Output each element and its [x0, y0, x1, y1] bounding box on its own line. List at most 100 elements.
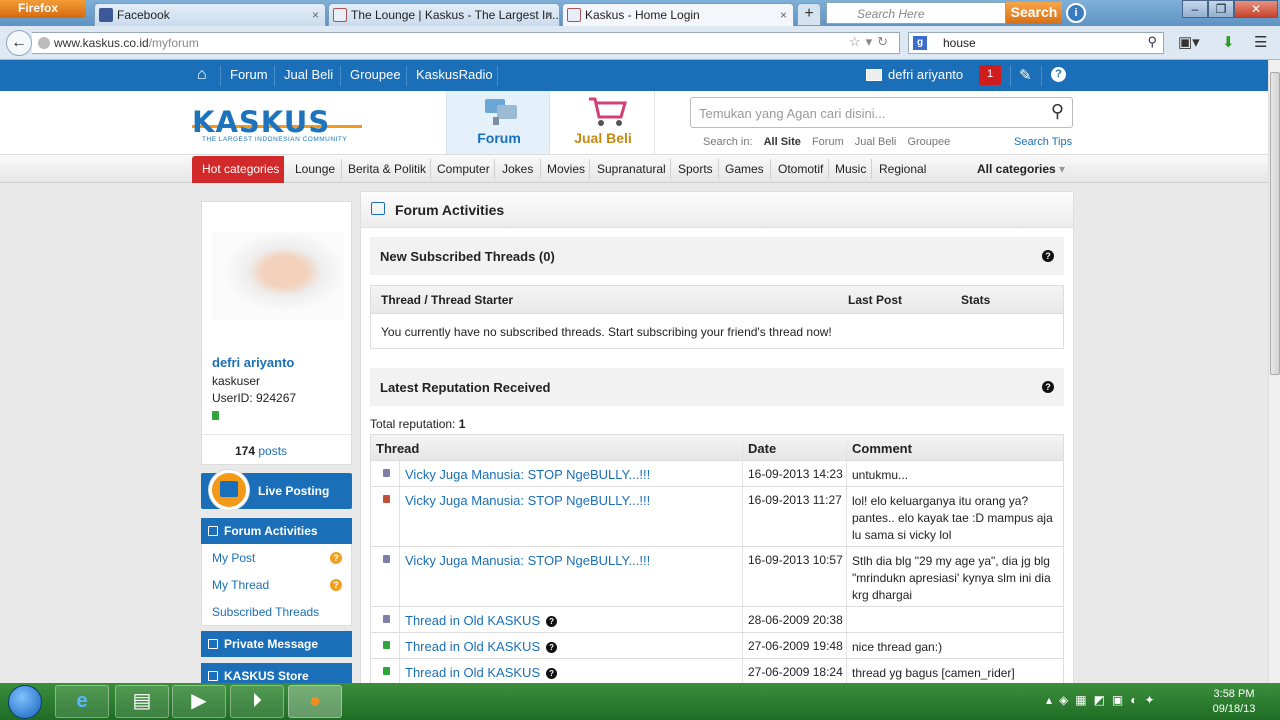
kaskus-search-input[interactable]: Temukan yang Agan cari disini... ⚲ — [690, 97, 1073, 128]
submenu-my-post[interactable]: My Post — [212, 551, 255, 565]
hot-categories-label[interactable]: Hot categories — [192, 156, 284, 183]
nav-forum[interactable]: Forum — [230, 67, 268, 82]
total-reputation-label: Total reputation: — [370, 417, 456, 431]
search-tips-link[interactable]: Search Tips — [1014, 136, 1072, 148]
page-scrollbar[interactable] — [1268, 60, 1280, 683]
profile-avatar-image[interactable] — [212, 232, 344, 320]
close-tab-icon[interactable]: × — [546, 8, 553, 22]
start-button[interactable] — [8, 685, 42, 719]
envelope-icon — [208, 639, 218, 649]
thread-link[interactable]: Vicky Juga Manusia: STOP NgeBULLY...!!! — [405, 467, 650, 482]
search-scope-forum[interactable]: Forum — [812, 136, 844, 148]
google-icon: g — [913, 36, 927, 50]
user-name-link[interactable]: defri ariyanto — [888, 67, 963, 82]
help-icon[interactable]: ? — [1042, 250, 1054, 262]
search-in-label: Search in: — [703, 136, 753, 148]
minimize-button[interactable]: – — [1182, 0, 1208, 18]
submenu-my-thread[interactable]: My Thread — [212, 578, 269, 592]
clock-date: 09/18/13 — [1212, 703, 1256, 715]
magnifier-icon[interactable]: ⚲ — [1147, 34, 1157, 50]
help-icon[interactable]: ? — [546, 668, 558, 679]
window-close-button[interactable]: ✕ — [1234, 0, 1278, 18]
tab-forum[interactable]: Forum — [446, 91, 550, 154]
firefox-menu-button[interactable]: Firefox — [0, 0, 86, 18]
thread-link[interactable]: Thread in Old KASKUS? — [405, 639, 558, 654]
scrollbar-thumb[interactable] — [1270, 72, 1280, 375]
tab-the-lounge[interactable]: The Lounge | Kaskus - The Largest In... … — [328, 3, 560, 26]
empty-subscriptions-message: You currently have no subscribed threads… — [381, 325, 832, 339]
google-search-value: house — [943, 36, 976, 50]
tab-jual-beli-label: Jual Beli — [574, 130, 632, 146]
thread-link[interactable]: Thread in Old KASKUS? — [405, 613, 558, 628]
firefox-taskbar-icon[interactable]: ● — [288, 685, 342, 718]
live-posting-icon[interactable] — [209, 470, 249, 510]
new-tab-button[interactable]: + — [797, 3, 821, 26]
address-bar[interactable]: www.kaskus.co.id/myforum ☆▾↻ — [32, 32, 900, 54]
toolbar-search-input[interactable]: Search Here — [826, 2, 1006, 24]
thread-link[interactable]: Vicky Juga Manusia: STOP NgeBULLY...!!! — [405, 553, 650, 568]
thread-link[interactable]: Vicky Juga Manusia: STOP NgeBULLY...!!! — [405, 493, 650, 508]
category-lounge[interactable]: Lounge — [295, 162, 335, 176]
category-music[interactable]: Music — [835, 162, 866, 176]
help-icon[interactable]: ? — [546, 642, 558, 653]
tab-facebook[interactable]: Facebook × — [94, 3, 326, 26]
category-berita-politik[interactable]: Berita & Politik — [348, 162, 426, 176]
bookmark-star-icon[interactable]: ☆▾↻ — [849, 34, 893, 50]
category-regional[interactable]: Regional — [879, 162, 926, 176]
home-icon[interactable]: ⌂ — [197, 66, 207, 84]
notification-badge[interactable]: 1 — [979, 65, 1001, 85]
user-avatar[interactable] — [866, 69, 882, 81]
reputation-icon — [383, 555, 390, 563]
help-icon[interactable]: ? — [1051, 67, 1066, 82]
search-scope-jual-beli[interactable]: Jual Beli — [855, 136, 897, 148]
column-last-post: Last Post — [848, 293, 903, 307]
media-player-button-icon[interactable]: ⏵ — [230, 685, 284, 718]
tab-jual-beli[interactable]: Jual Beli — [551, 91, 655, 154]
download-icon[interactable]: ⬇ — [1222, 33, 1235, 51]
thread-link[interactable]: Thread in Old KASKUS? — [405, 665, 558, 680]
toolbar-info-icon[interactable]: i — [1066, 3, 1086, 23]
google-search-input[interactable]: g house ⚲ — [908, 32, 1164, 54]
help-icon[interactable]: ? — [546, 616, 558, 627]
maximize-button[interactable]: ❐ — [1208, 0, 1234, 18]
profile-posts[interactable]: 174 posts — [202, 434, 351, 687]
pencil-icon[interactable]: ✎ — [1019, 66, 1032, 84]
category-computer[interactable]: Computer — [437, 162, 490, 176]
kaskus-store-button[interactable]: KASKUS Store — [201, 663, 352, 683]
toolbar-search-button[interactable]: Search — [1006, 2, 1062, 24]
file-explorer-icon[interactable]: ▤ — [115, 685, 169, 718]
close-tab-icon[interactable]: × — [312, 8, 319, 22]
help-icon[interactable]: ? — [1042, 381, 1054, 393]
profile-name[interactable]: defri ariyanto — [212, 355, 294, 370]
bookmarks-icon[interactable]: ▣▾ — [1178, 33, 1200, 51]
search-icon[interactable]: ⚲ — [1051, 101, 1064, 122]
back-button[interactable]: ← — [6, 30, 32, 56]
category-games[interactable]: Games — [725, 162, 764, 176]
category-otomotif[interactable]: Otomotif — [778, 162, 823, 176]
all-categories-dropdown[interactable]: All categories ▾ — [977, 162, 1065, 176]
kaskus-logo[interactable]: KASKUS THE LARGEST INDONESIAN COMMUNITY — [192, 107, 362, 145]
reputation-table: Thread Date Comment Vicky Juga Manusia: … — [370, 434, 1064, 685]
taskbar-clock[interactable]: 3:58 PM 09/18/13 — [1204, 687, 1264, 717]
forum-activities-button[interactable]: Forum Activities — [201, 518, 352, 544]
menu-icon[interactable]: ☰ — [1254, 33, 1267, 51]
category-supranatural[interactable]: Supranatural — [597, 162, 666, 176]
category-movies[interactable]: Movies — [547, 162, 585, 176]
panel-header: Forum Activities — [361, 192, 1073, 228]
search-scope-groupee[interactable]: Groupee — [907, 136, 950, 148]
category-sports[interactable]: Sports — [678, 162, 713, 176]
category-jokes[interactable]: Jokes — [502, 162, 533, 176]
nav-jual-beli[interactable]: Jual Beli — [284, 67, 333, 82]
tab-kaskus-home-login[interactable]: Kaskus - Home Login × — [562, 3, 794, 26]
private-message-button[interactable]: Private Message — [201, 631, 352, 657]
url-path: /myforum — [148, 36, 199, 50]
media-player-icon[interactable]: ▶ — [172, 685, 226, 718]
profile-role: kaskuser — [212, 374, 261, 388]
system-tray-icons[interactable]: ▴◈▦◩▣◐✦ — [1046, 693, 1162, 707]
nav-kaskusradio[interactable]: KaskusRadio — [416, 67, 493, 82]
submenu-subscribed-threads[interactable]: Subscribed Threads — [212, 605, 319, 619]
close-tab-icon[interactable]: × — [780, 8, 787, 22]
nav-groupee[interactable]: Groupee — [350, 67, 401, 82]
internet-explorer-icon[interactable]: e — [55, 685, 109, 718]
search-scope-all-site[interactable]: All Site — [764, 136, 801, 148]
